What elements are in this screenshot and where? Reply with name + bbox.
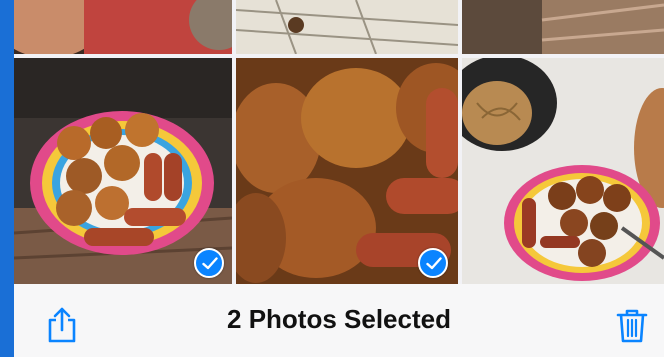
photo-grid-screen: 2 Photos Selected — [14, 0, 664, 357]
selected-checkmark-icon[interactable] — [194, 248, 224, 278]
photo-thumbnail-top-left[interactable] — [14, 0, 232, 54]
delete-button[interactable] — [614, 306, 650, 344]
trash-icon — [616, 309, 648, 343]
photo-thumbnail-chicken-plate[interactable] — [14, 58, 232, 284]
selection-count-title: 2 Photos Selected — [227, 304, 451, 334]
selection-toolbar: 2 Photos Selected — [14, 284, 664, 357]
selected-checkmark-icon[interactable] — [418, 248, 448, 278]
photo-thumbnail-top-middle[interactable] — [236, 0, 458, 54]
photo-thumbnail-top-right[interactable] — [462, 0, 664, 54]
photo-thumbnail-chicken-closeup[interactable] — [236, 58, 458, 284]
photo-thumbnail-noodles-plate[interactable] — [462, 58, 664, 284]
